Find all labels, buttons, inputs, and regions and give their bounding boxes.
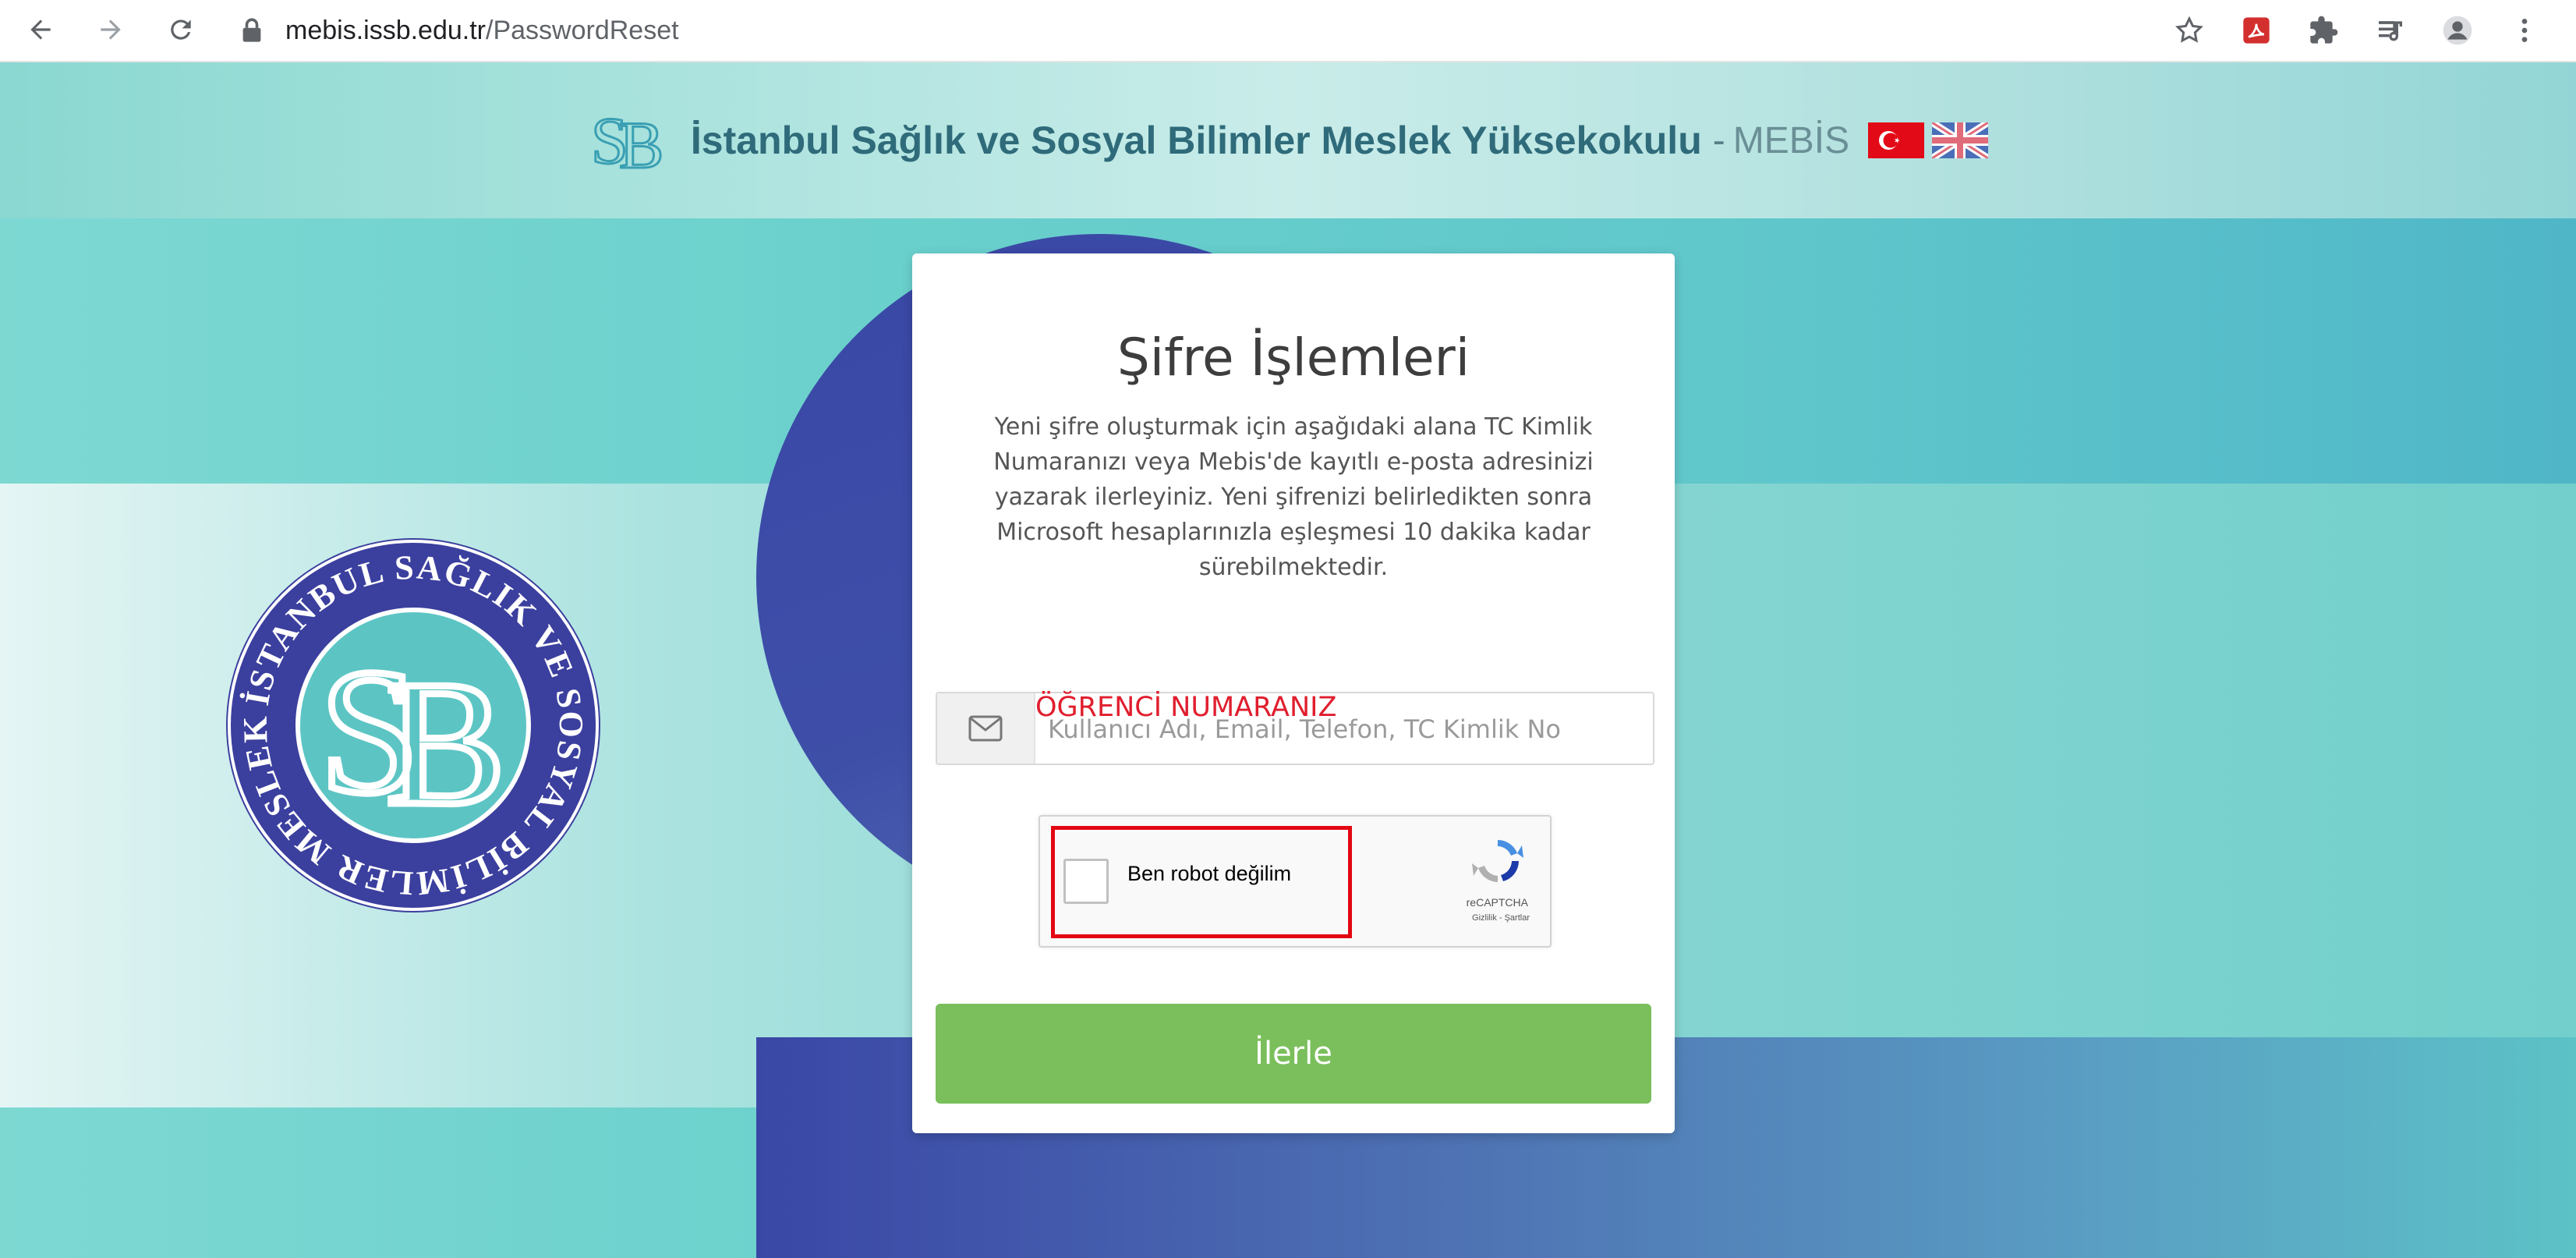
page-title: Şifre İşlemleri: [1116, 328, 1470, 388]
pdf-extension-button[interactable]: [2236, 10, 2277, 51]
recaptcha-brand: reCAPTCHA: [1466, 896, 1528, 909]
site-header: S B İstanbul Sağlık ve Sosyal Bilimler M…: [0, 62, 2576, 218]
bookmark-star-button[interactable]: [2169, 10, 2210, 51]
flag-tr-icon[interactable]: [1868, 122, 1925, 158]
puzzle-extension-icon: [2310, 16, 2338, 44]
browser-toolbar: mebis.issb.edu.tr/PasswordReset: [0, 0, 2576, 62]
svg-text:B: B: [386, 643, 505, 842]
reload-button[interactable]: [157, 6, 204, 53]
browser-menu-button[interactable]: [2504, 10, 2545, 51]
captcha-highlight-box: [1051, 826, 1352, 938]
profile-button[interactable]: [2437, 10, 2478, 51]
extensions-button[interactable]: [2303, 10, 2344, 51]
address-bar[interactable]: mebis.issb.edu.tr/PasswordReset: [242, 6, 2113, 55]
recaptcha-icon: [1472, 840, 1523, 882]
continue-button[interactable]: İlerle: [936, 1004, 1651, 1104]
school-name: İstanbul Sağlık ve Sosyal Bilimler Mesle…: [690, 119, 1702, 162]
system-name: MEBİS: [1732, 119, 1850, 161]
url-path: /PasswordReset: [486, 15, 679, 45]
star-icon: [2175, 16, 2203, 43]
flag-uk-icon[interactable]: [1932, 122, 1989, 158]
forward-arrow-icon: [101, 19, 121, 40]
svg-text:B: B: [619, 108, 663, 175]
description-line: sürebilmektedir.: [1198, 554, 1389, 581]
password-reset-card: Şifre İşlemleri Yeni şifre oluşturmak iç…: [912, 253, 1675, 1133]
header-separator: -: [1712, 119, 1725, 161]
profile-icon: [2443, 16, 2472, 45]
ssb-logo-icon: S B: [589, 105, 664, 175]
description-line: yazarak ilerleyiniz. Yeni şifrenizi beli…: [994, 484, 1593, 511]
back-arrow-icon: [30, 19, 51, 40]
input-addon: [937, 693, 1035, 764]
recaptcha-terms-link[interactable]: Gizlilik - Şartlar: [1472, 913, 1530, 923]
kebab-menu-icon: [2521, 19, 2528, 42]
lock-icon: [242, 18, 261, 42]
url-host: mebis.issb.edu.tr: [285, 15, 486, 45]
page-background: S B İstanbul Sağlık ve Sosyal Bilimler M…: [0, 62, 2576, 1258]
forward-button[interactable]: [87, 6, 134, 53]
media-icon: [2379, 21, 2402, 41]
pdf-extension-icon: [2243, 17, 2270, 44]
school-seal: İSTANBUL SAĞLIK VE SOSYAL BİLİMLER MESLE…: [218, 530, 600, 912]
description-line: Numaranızı veya Mebis'de kayıtlı e-posta…: [993, 448, 1594, 476]
student-number-annotation: ÖĞRENCİ NUMARANIZ: [1035, 692, 1337, 723]
media-button[interactable]: [2370, 10, 2411, 51]
back-button[interactable]: [17, 6, 64, 53]
envelope-icon: [968, 715, 1003, 742]
description-line: Yeni şifre oluşturmak için aşağıdaki ala…: [994, 413, 1593, 441]
description: Yeni şifre oluşturmak için aşağıdaki ala…: [959, 409, 1628, 585]
reload-icon: [171, 19, 191, 40]
description-line: Microsoft hesaplarınızla eşleşmesi 10 da…: [996, 519, 1591, 546]
